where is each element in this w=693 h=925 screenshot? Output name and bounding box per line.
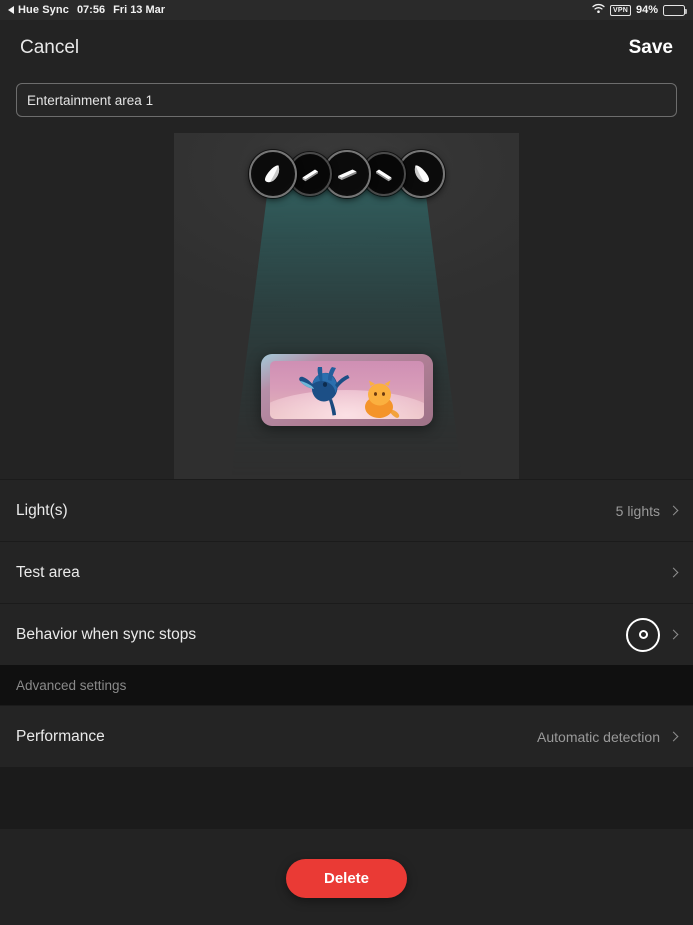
tv-screen-content (269, 361, 424, 419)
footer-actions: Delete (0, 829, 693, 925)
light-bar-icon (302, 169, 318, 182)
chevron-right-icon (668, 505, 679, 516)
delete-button[interactable]: Delete (285, 858, 408, 898)
status-bar-left: Hue Sync 07:56 Fri 13 Mar (8, 4, 165, 16)
cat-graphic (364, 380, 399, 418)
chevron-right-icon (668, 567, 679, 578)
status-bar-app-label[interactable]: Hue Sync (18, 4, 69, 16)
settings-list: Light(s) 5 lights Test area Behavior whe… (0, 479, 693, 829)
entertainment-area-settings-screen: Hue Sync 07:56 Fri 13 Mar VPN 94% Cancel… (0, 0, 693, 925)
settings-row-label: Light(s) (16, 501, 68, 519)
settings-row-right: Automatic detection (537, 728, 679, 745)
back-triangle-icon[interactable] (8, 6, 14, 14)
area-name-field-container (0, 75, 693, 133)
save-button[interactable]: Save (629, 37, 673, 59)
settings-row-value: Automatic detection (537, 728, 660, 745)
settings-row-label: Behavior when sync stops (16, 625, 197, 643)
light-bar-icon (375, 169, 391, 182)
area-name-input[interactable] (16, 83, 677, 117)
list-bottom-spacer (0, 767, 693, 829)
spotlight-cone-icon (264, 165, 279, 183)
vpn-badge: VPN (609, 4, 631, 16)
settings-row-label: Performance (16, 727, 105, 745)
spotlight-cone-icon (414, 165, 429, 183)
section-header-label: Advanced settings (16, 677, 127, 693)
cancel-button[interactable]: Cancel (20, 37, 79, 59)
settings-row-right (626, 617, 679, 652)
octopus-graphic (298, 367, 349, 416)
chevron-right-icon (668, 731, 679, 742)
status-bar-right: VPN 94% (592, 3, 687, 17)
settings-row-behavior-when-sync-stops[interactable]: Behavior when sync stops (0, 603, 693, 665)
wifi-icon (592, 3, 605, 17)
status-bar-date: Fri 13 Mar (113, 4, 166, 16)
settings-row-value: 5 lights (615, 502, 660, 519)
battery-percent-label: 94% (635, 4, 658, 16)
settings-row-right: 5 lights (615, 502, 679, 519)
settings-row-test-area[interactable]: Test area (0, 541, 693, 603)
modal-header: Cancel Save (0, 20, 693, 75)
settings-row-lights[interactable]: Light(s) 5 lights (0, 479, 693, 541)
room-preview-panel[interactable] (174, 133, 519, 479)
settings-row-performance[interactable]: Performance Automatic detection (0, 705, 693, 767)
light-cone-graphic (231, 185, 462, 475)
light-bar-icon (337, 169, 356, 180)
light-icon-left-outer[interactable] (248, 150, 297, 198)
settings-row-right (668, 567, 679, 578)
status-bar: Hue Sync 07:56 Fri 13 Mar VPN 94% (0, 0, 693, 20)
tv-screen-icon (260, 354, 433, 426)
power-off-inner-dot (638, 630, 648, 639)
section-header-advanced-settings: Advanced settings (0, 665, 693, 705)
status-bar-time: 07:56 (76, 4, 106, 16)
room-preview-band (0, 133, 693, 479)
lights-row (174, 150, 519, 198)
battery-icon (663, 4, 687, 16)
chevron-right-icon (668, 629, 679, 640)
power-off-icon[interactable] (626, 617, 660, 652)
settings-row-label: Test area (16, 563, 80, 581)
